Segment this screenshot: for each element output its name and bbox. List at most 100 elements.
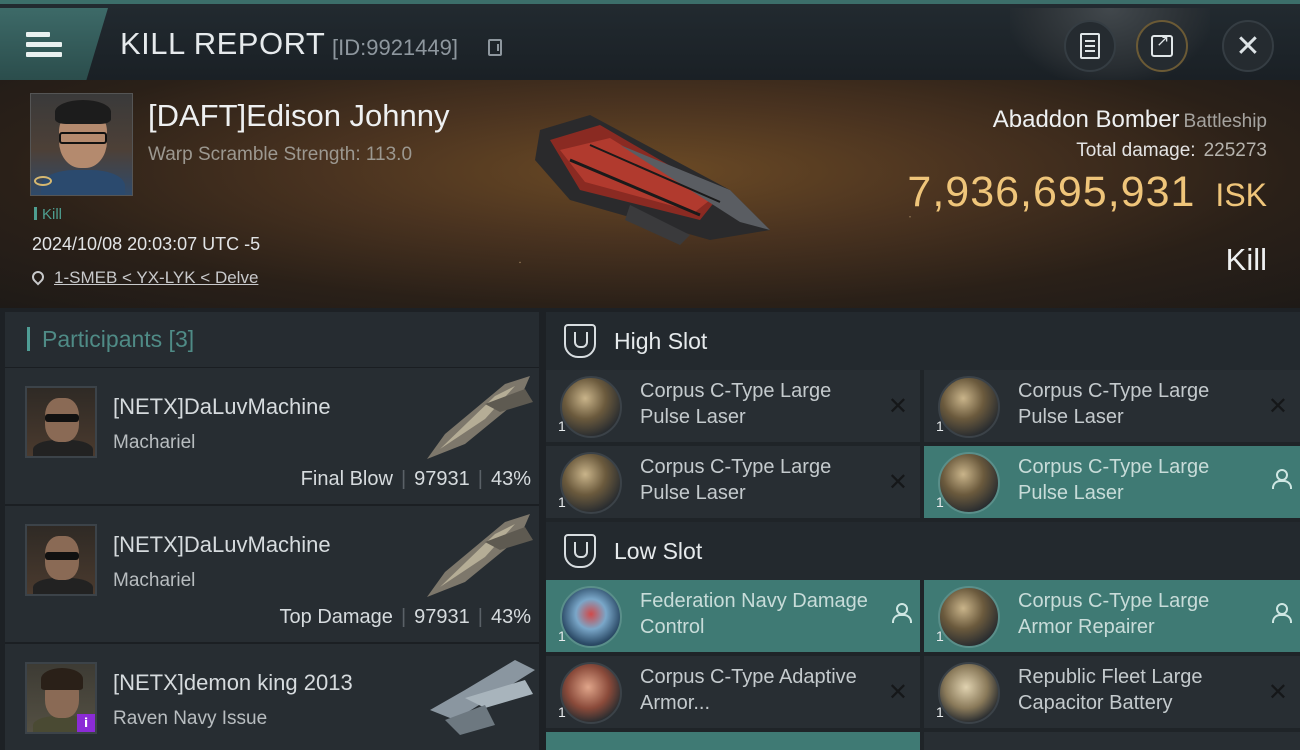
high-slot-modules: 1 Corpus C-Type Large Pulse Laser ✕ 1 Co…: [546, 370, 1300, 518]
result-label: Kill: [1225, 242, 1267, 277]
pulse-laser-icon: [560, 452, 622, 514]
module-name: Corpus C-Type Large Pulse Laser: [640, 380, 832, 428]
module-name: Corpus C-Type Large Pulse Laser: [1018, 380, 1210, 428]
location-pin-icon: [29, 268, 47, 286]
participant-row[interactable]: [NETX]DaLuvMachine Machariel Final Blow |…: [5, 368, 539, 506]
participant-ship: Machariel: [113, 570, 196, 591]
module-item[interactable]: 1 Corpus C-Type Large Pulse Laser ✕: [546, 446, 920, 518]
module-count: 1: [558, 628, 566, 644]
participant-avatar[interactable]: [25, 386, 97, 458]
victim-banner: [DAFT]Edison Johnny Warp Scramble Streng…: [0, 80, 1300, 308]
module-name: Corpus C-Type Large Armor Repairer: [1018, 590, 1210, 638]
x-icon: ✕: [1267, 678, 1288, 706]
ship-image: [535, 115, 770, 245]
clipboard-button[interactable]: [1064, 20, 1116, 72]
participant-name: [NETX]DaLuvMachine: [113, 394, 331, 419]
isk-unit: ISK: [1215, 177, 1267, 213]
participant-ship-image: [427, 376, 533, 459]
module-name: Republic Fleet Large Capacitor Battery: [1018, 666, 1203, 714]
module-item-partial[interactable]: [546, 732, 920, 750]
person-icon: [892, 602, 912, 627]
clipboard-icon: [1080, 33, 1100, 59]
participant-avatar[interactable]: i: [25, 662, 97, 734]
kill-location[interactable]: 1-SMEB < YX-LYK < Delve: [29, 268, 258, 288]
share-button[interactable]: [1136, 20, 1188, 72]
corp-logo-icon: [34, 176, 52, 186]
total-damage-label: Total damage:: [1076, 140, 1196, 161]
kill-datetime: 2024/10/08 20:03:07 UTC -5: [32, 234, 261, 254]
module-count: 1: [558, 494, 566, 510]
participant-stats: Top Damage | 97931 | 43%: [279, 606, 531, 628]
participant-name: [NETX]DaLuvMachine: [113, 532, 331, 557]
close-button[interactable]: ✕: [1222, 20, 1274, 72]
share-icon: [1151, 31, 1173, 57]
module-item[interactable]: 1 Corpus C-Type Large Pulse Laser ✕: [546, 370, 920, 442]
fitting-panel: High Slot 1 Corpus C-Type Large Pulse La…: [546, 312, 1300, 750]
high-slot-label: High Slot: [614, 327, 708, 354]
armor-repairer-icon: [938, 586, 1000, 648]
high-slot-header: High Slot: [546, 312, 1300, 370]
participant-ship-image: [427, 514, 533, 597]
warp-scramble-strength: Warp Scramble Strength: 113.0: [148, 144, 413, 165]
x-icon: ✕: [887, 678, 908, 706]
ship-name[interactable]: Abaddon Bomber Battleship: [993, 106, 1267, 134]
module-count: 1: [936, 418, 944, 434]
location-link[interactable]: 1-SMEB < YX-LYK < Delve: [54, 268, 258, 287]
info-badge: i: [77, 714, 95, 732]
total-damage: Total damage: 225273: [1076, 140, 1267, 162]
module-count: 1: [936, 494, 944, 510]
x-icon: ✕: [887, 468, 908, 496]
close-icon: ✕: [1235, 28, 1261, 64]
participant-name: [NETX]demon king 2013: [113, 670, 353, 695]
pulse-laser-icon: [938, 376, 1000, 438]
module-item[interactable]: 1 Republic Fleet Large Capacitor Battery…: [924, 656, 1300, 728]
x-icon: ✕: [1267, 392, 1288, 420]
isk-value: 7,936,695,931: [907, 168, 1196, 216]
pulse-laser-icon: [938, 452, 1000, 514]
shield-slot-icon: [564, 534, 596, 568]
total-damage-value: 225273: [1203, 140, 1267, 161]
person-icon: [1272, 602, 1292, 627]
module-count: 1: [936, 704, 944, 720]
isk-loss: 7,936,695,931 ISK: [907, 168, 1267, 217]
module-count: 1: [558, 418, 566, 434]
participants-panel: Participants [3] [NETX]DaLuvMachine Mach…: [5, 312, 539, 750]
copy-icon[interactable]: [488, 39, 502, 56]
module-item[interactable]: 1 Federation Navy Damage Control: [546, 580, 920, 652]
module-name: Corpus C-Type Large Pulse Laser: [1018, 456, 1210, 504]
pulse-laser-icon: [560, 376, 622, 438]
module-item[interactable]: 1 Corpus C-Type Adaptive Armor... ✕: [546, 656, 920, 728]
ship-type-name: Abaddon Bomber: [992, 106, 1180, 133]
module-name: Corpus C-Type Adaptive Armor...: [640, 666, 857, 714]
x-icon: ✕: [887, 392, 908, 420]
module-item[interactable]: 1 Corpus C-Type Large Armor Repairer: [924, 580, 1300, 652]
participant-avatar[interactable]: [25, 524, 97, 596]
top-bar: KILL REPORT [ID:9921449] ✕: [0, 0, 1300, 84]
damage-control-icon: [560, 586, 622, 648]
participant-role: Final Blow: [300, 468, 393, 490]
low-slot-label: Low Slot: [614, 537, 703, 564]
module-count: 1: [558, 704, 566, 720]
participant-role: Top Damage: [279, 606, 393, 628]
participants-header: Participants [3]: [5, 312, 539, 368]
module-item[interactable]: 1 Corpus C-Type Large Pulse Laser: [924, 446, 1300, 518]
participant-row[interactable]: i [NETX]demon king 2013 Raven Navy Issue: [5, 644, 539, 750]
participant-percent: 43%: [490, 468, 531, 490]
module-item[interactable]: 1 Corpus C-Type Large Pulse Laser ✕: [924, 370, 1300, 442]
menu-icon: [26, 27, 62, 62]
adaptive-armor-icon: [560, 662, 622, 724]
victim-name[interactable]: [DAFT]Edison Johnny: [148, 98, 450, 134]
low-slot-modules: 1 Federation Navy Damage Control 1 Corpu…: [546, 580, 1300, 750]
participant-row[interactable]: [NETX]DaLuvMachine Machariel Top Damage |…: [5, 506, 539, 644]
participant-ship: Raven Navy Issue: [113, 708, 268, 729]
module-count: 1: [936, 628, 944, 644]
low-slot-header: Low Slot: [546, 522, 1300, 580]
module-item-partial[interactable]: [924, 732, 1300, 750]
participant-damage: 97931: [414, 606, 470, 628]
module-name: Federation Navy Damage Control: [640, 590, 868, 638]
participant-stats: Final Blow | 97931 | 43%: [300, 468, 531, 490]
participant-ship-image: [430, 660, 535, 735]
kill-tag: Kill: [34, 206, 62, 223]
module-name: Corpus C-Type Large Pulse Laser: [640, 456, 832, 504]
menu-button[interactable]: [0, 8, 108, 80]
